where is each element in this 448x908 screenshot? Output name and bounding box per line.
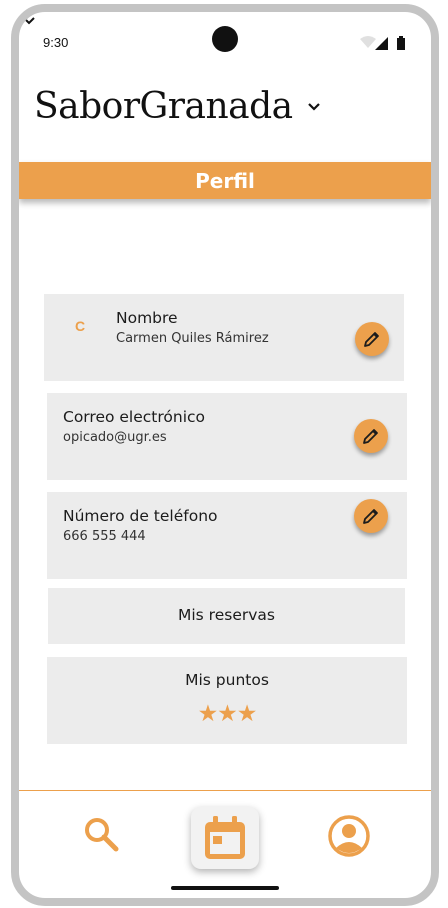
- phone-frame: 9:30 SaborGranada Perfil C Nombre Carmen…: [11, 4, 439, 906]
- search-icon[interactable]: [81, 814, 121, 854]
- wifi-icon: [360, 36, 376, 48]
- edit-email-button[interactable]: [354, 419, 388, 453]
- chevron-down-icon[interactable]: [304, 96, 324, 116]
- account-circle-icon[interactable]: [327, 814, 371, 858]
- app-title: SaborGranada: [34, 86, 293, 127]
- points-stars: ★★★: [197, 701, 258, 727]
- bottom-nav-divider: [19, 790, 431, 791]
- points-card: Mis puntos ★★★: [47, 657, 407, 744]
- points-label: Mis puntos: [185, 671, 269, 689]
- phone-card: Número de teléfono 666 555 444: [47, 492, 407, 579]
- phone-label: Número de teléfono: [63, 507, 218, 525]
- avatar-initial: C: [75, 318, 86, 334]
- brand-selector[interactable]: SaborGranada: [34, 86, 414, 134]
- screen: 9:30 SaborGranada Perfil C Nombre Carmen…: [19, 12, 431, 898]
- edit-name-button[interactable]: [355, 322, 389, 356]
- reservations-label: Mis reservas: [178, 606, 275, 624]
- edit-phone-button[interactable]: [354, 499, 388, 533]
- email-card: Correo electrónico opicado@ugr.es: [47, 393, 407, 480]
- pencil-icon: [363, 509, 378, 524]
- phone-value: 666 555 444: [63, 529, 146, 544]
- name-value: Carmen Quiles Rámirez: [116, 331, 269, 346]
- home-indicator[interactable]: [171, 886, 279, 890]
- chevron-down-icon[interactable]: [22, 14, 36, 28]
- reservations-button[interactable]: Mis reservas: [48, 588, 405, 644]
- section-header: Perfil: [19, 162, 431, 199]
- name-label: Nombre: [116, 309, 178, 327]
- name-card: C Nombre Carmen Quiles Rámirez: [44, 294, 404, 381]
- email-label: Correo electrónico: [63, 408, 206, 426]
- signal-icon: [375, 37, 388, 50]
- pencil-icon: [364, 332, 379, 347]
- section-title: Perfil: [195, 168, 255, 193]
- camera-cutout: [212, 26, 238, 52]
- status-icons: [360, 36, 405, 50]
- email-value: opicado@ugr.es: [63, 430, 167, 445]
- status-time: 9:30: [43, 35, 69, 50]
- reservations-tab[interactable]: [191, 807, 259, 869]
- pencil-icon: [363, 429, 378, 444]
- calendar-icon: [205, 816, 245, 859]
- battery-icon: [397, 38, 405, 50]
